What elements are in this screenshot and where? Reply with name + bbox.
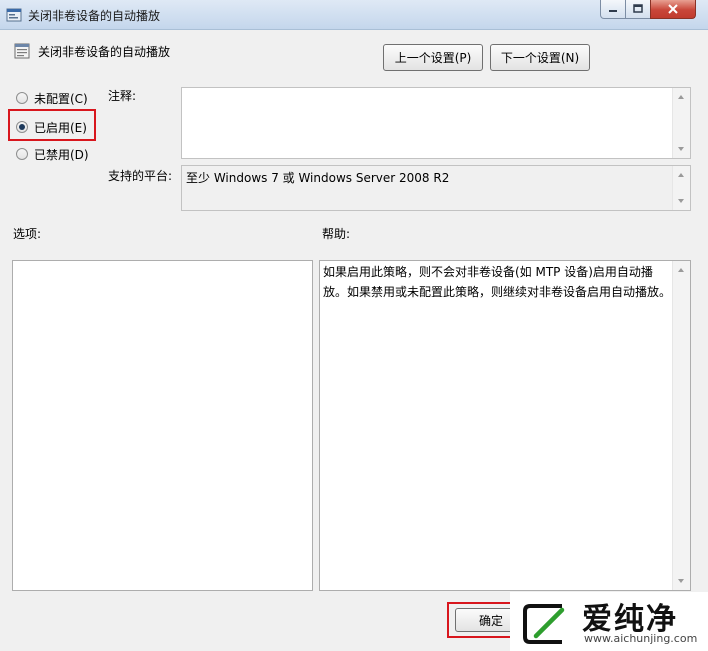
radio-circle[interactable] <box>16 148 28 160</box>
watermark-url: www.aichunjing.com <box>584 632 698 645</box>
policy-icon <box>6 8 22 22</box>
next-setting-button[interactable]: 下一个设置(N) <box>490 44 590 71</box>
scroll-down-icon[interactable] <box>678 147 684 151</box>
help-label: 帮助: <box>322 227 351 241</box>
platform-scrollbar[interactable] <box>672 166 690 210</box>
close-button[interactable] <box>650 0 696 19</box>
window-title: 关闭非卷设备的自动播放 <box>28 9 161 23</box>
radio-disabled[interactable]: 已禁用(D) <box>16 145 89 163</box>
scroll-down-icon[interactable] <box>678 579 684 583</box>
help-text: 如果启用此策略，则不会对非卷设备(如 MTP 设备)启用自动播放。如果禁用或未配… <box>323 265 672 299</box>
radio-circle[interactable] <box>16 92 28 104</box>
watermark-logo-icon <box>523 604 565 644</box>
comment-scrollbar[interactable] <box>672 88 690 158</box>
scroll-up-icon[interactable] <box>678 268 684 272</box>
comment-label: 注释: <box>108 89 137 103</box>
platform-label: 支持的平台: <box>108 169 173 183</box>
comment-textarea[interactable] <box>181 87 691 159</box>
previous-setting-button[interactable]: 上一个设置(P) <box>383 44 483 71</box>
close-icon <box>668 4 678 14</box>
setting-icon <box>14 43 30 59</box>
options-label: 选项: <box>13 227 42 241</box>
platform-value: 至少 Windows 7 或 Windows Server 2008 R2 <box>186 171 450 185</box>
help-scrollbar[interactable] <box>672 261 690 590</box>
options-panel <box>12 260 313 591</box>
minimize-icon <box>609 10 617 12</box>
scroll-up-icon[interactable] <box>678 95 684 99</box>
scroll-down-icon[interactable] <box>678 199 684 203</box>
radio-label: 未配置(C) <box>34 91 88 106</box>
radio-label: 已禁用(D) <box>34 147 89 162</box>
highlight-box-enabled <box>8 109 96 141</box>
scroll-up-icon[interactable] <box>678 173 684 177</box>
setting-title: 关闭非卷设备的自动播放 <box>38 45 171 59</box>
maximize-button[interactable] <box>625 0 651 19</box>
radio-not-configured[interactable]: 未配置(C) <box>16 89 88 107</box>
minimize-button[interactable] <box>600 0 626 19</box>
help-panel <box>319 260 691 591</box>
maximize-icon <box>633 4 643 13</box>
